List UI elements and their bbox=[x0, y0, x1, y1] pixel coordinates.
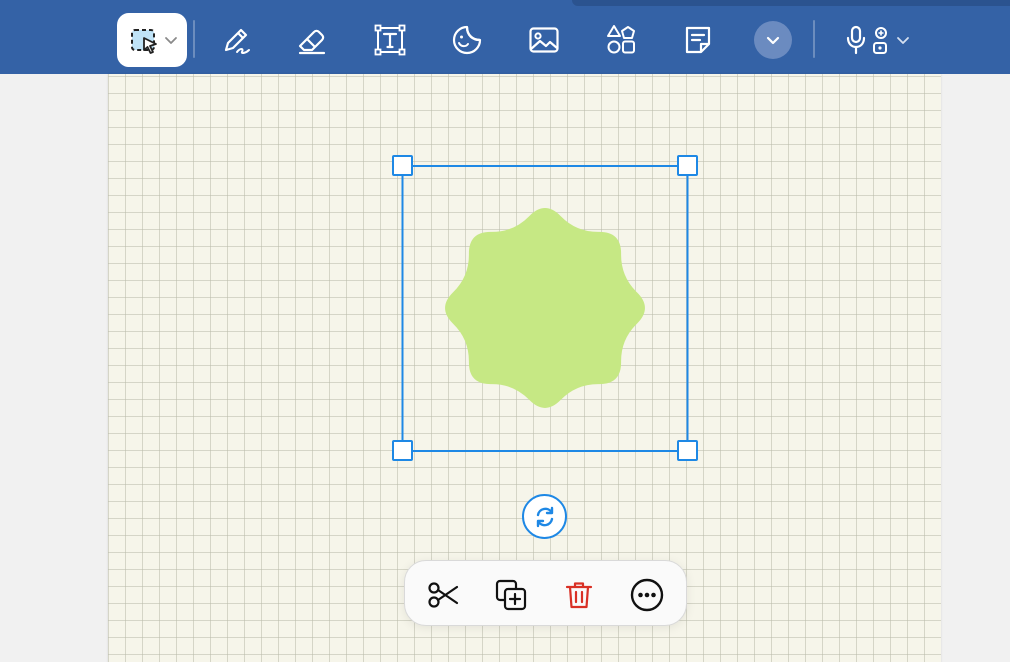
star-shape[interactable] bbox=[445, 208, 645, 408]
more-options-button[interactable] bbox=[625, 573, 669, 617]
app-window bbox=[0, 0, 1010, 662]
selection-context-menu bbox=[404, 560, 687, 626]
delete-button[interactable] bbox=[557, 573, 601, 617]
more-horizontal-icon bbox=[630, 578, 664, 612]
duplicate-icon bbox=[495, 579, 527, 611]
resize-handle-bottom-right[interactable] bbox=[677, 440, 698, 461]
resize-handle-top-left[interactable] bbox=[392, 155, 413, 176]
resize-handle-bottom-left[interactable] bbox=[392, 440, 413, 461]
scissors-icon bbox=[428, 582, 459, 608]
rotate-icon bbox=[536, 506, 553, 527]
rotate-button[interactable] bbox=[522, 494, 567, 539]
cut-button[interactable] bbox=[421, 573, 465, 617]
duplicate-button[interactable] bbox=[489, 573, 533, 617]
trash-icon bbox=[565, 582, 593, 609]
resize-handle-top-right[interactable] bbox=[677, 155, 698, 176]
